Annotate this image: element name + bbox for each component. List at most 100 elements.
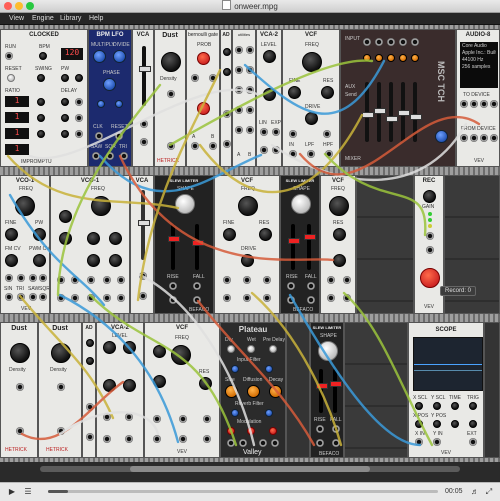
b-out-jack[interactable] [209, 142, 217, 150]
fine-knob[interactable] [5, 228, 18, 241]
vca-level-slider[interactable] [139, 46, 151, 106]
density-cv-jack[interactable] [57, 383, 65, 391]
swing-knob-3[interactable] [37, 114, 45, 122]
freq-knob[interactable] [171, 345, 191, 365]
y-pos-knob[interactable] [433, 420, 441, 428]
plateau-out-jack[interactable] [271, 439, 279, 447]
phase-knob[interactable] [103, 78, 116, 91]
saw-out-jack[interactable] [29, 293, 37, 301]
hpf-out-jack[interactable] [263, 294, 271, 302]
a-out-jack[interactable] [191, 142, 199, 150]
fine-cv-jack[interactable] [323, 130, 331, 138]
record-button[interactable] [420, 268, 440, 288]
input-low-knob[interactable] [231, 365, 239, 373]
audio-out-jack[interactable] [490, 100, 498, 108]
diffusion-knob[interactable] [247, 385, 260, 398]
sin-out-jack[interactable] [5, 293, 13, 301]
lpf-out-jack[interactable] [307, 150, 315, 158]
channel-fader[interactable] [374, 82, 386, 142]
freq-knob[interactable] [91, 196, 111, 216]
osc-out-jack[interactable] [87, 294, 95, 302]
bpm-knob[interactable] [39, 52, 47, 60]
mixer-in-jack[interactable] [363, 38, 371, 46]
pwm-cv-knob[interactable] [33, 254, 46, 267]
ext-knob[interactable] [451, 420, 459, 428]
util-jack[interactable] [246, 106, 254, 114]
vca-out-jack[interactable] [125, 435, 133, 443]
trig-jack[interactable] [223, 110, 231, 118]
mixer-in-jack[interactable] [375, 38, 383, 46]
osc-out-jack[interactable] [57, 294, 65, 302]
util-jack[interactable] [235, 126, 243, 134]
swing-knob[interactable] [37, 74, 45, 82]
size-knob[interactable] [225, 385, 238, 398]
gate-in-jack[interactable] [191, 74, 199, 82]
mixer-in-jack[interactable] [387, 38, 395, 46]
level-knob-4[interactable] [123, 379, 136, 392]
vcf-in-jack[interactable] [289, 150, 297, 158]
plateau-in-jack[interactable] [239, 439, 247, 447]
swing-knob-2[interactable] [37, 98, 45, 106]
vca-module-2[interactable]: VCA [130, 175, 154, 314]
fm-knob[interactable] [87, 232, 100, 245]
cv-jack[interactable] [103, 413, 111, 421]
attack-knob[interactable] [223, 48, 231, 56]
mod-knob[interactable] [87, 254, 100, 267]
freq-knob[interactable] [15, 196, 35, 216]
play-icon[interactable]: ▶ [6, 486, 18, 497]
slew-in-jack[interactable] [287, 296, 295, 304]
level-knob[interactable] [263, 50, 276, 63]
osc-jack[interactable] [71, 276, 79, 284]
fall-slider[interactable] [304, 224, 316, 270]
pw-knob[interactable] [33, 228, 46, 241]
vcf-cv-jack[interactable] [243, 276, 251, 284]
pre-delay-knob[interactable] [269, 345, 277, 353]
osc-jack[interactable] [57, 276, 65, 284]
sqr-out-jack[interactable] [39, 293, 47, 301]
density-knob[interactable] [10, 343, 30, 363]
mod-knob[interactable] [109, 254, 122, 267]
reset-jack[interactable] [115, 132, 123, 140]
mod-rate-knob[interactable] [227, 427, 235, 435]
util-jack[interactable] [235, 46, 243, 54]
util-jack[interactable] [235, 86, 243, 94]
bpm-lfo-module[interactable]: BPM LFO MULTIPLY DIVIDE PHASE CLK RESET … [88, 29, 132, 167]
swing-knob-4[interactable] [37, 130, 45, 138]
delay-knob-2[interactable] [61, 114, 69, 122]
master-knob[interactable] [435, 130, 448, 143]
trig-knob[interactable] [469, 402, 477, 410]
dust-out-jack[interactable] [16, 427, 24, 435]
vcf-cv-jack[interactable] [179, 415, 187, 423]
shape-knob[interactable] [291, 194, 311, 214]
dust-out-jack[interactable] [167, 142, 175, 150]
vcf-module-3[interactable]: VCF FREQ RES [320, 175, 356, 314]
util-jack[interactable] [246, 86, 254, 94]
fall-slider[interactable] [330, 369, 342, 413]
cv-jack[interactable] [260, 128, 268, 136]
channel-fader[interactable] [410, 82, 422, 142]
prob-knob-2[interactable] [197, 102, 210, 115]
plateau-reverb-module[interactable]: Plateau Dry Wet Pre Delay Input Filter S… [220, 322, 286, 458]
vca-level-slider[interactable] [138, 190, 150, 260]
slew-out-jack[interactable] [307, 296, 315, 304]
shape-knob[interactable] [318, 341, 338, 361]
drive-knob[interactable] [241, 254, 254, 267]
pwm-jack[interactable] [39, 274, 47, 282]
lpf-out-jack[interactable] [243, 294, 251, 302]
env-out-jack[interactable] [223, 140, 231, 148]
res-knob[interactable] [321, 86, 334, 99]
density-knob[interactable] [51, 343, 71, 363]
slew-out-jack[interactable] [193, 296, 201, 304]
fine-knob[interactable] [288, 86, 301, 99]
vca-in-jack[interactable] [260, 146, 268, 154]
lpf-out-jack[interactable] [179, 435, 187, 443]
send-knob[interactable] [399, 54, 407, 62]
vca-module[interactable]: VCA [132, 29, 154, 167]
rise-cv-jack[interactable] [169, 282, 177, 290]
rise-cv-jack[interactable] [287, 282, 295, 290]
offset-knob[interactable] [115, 100, 123, 108]
density-cv-jack[interactable] [16, 383, 24, 391]
drive-knob[interactable] [333, 254, 346, 267]
rec-in-right-jack[interactable] [426, 246, 434, 254]
decay-knob[interactable] [86, 357, 94, 365]
